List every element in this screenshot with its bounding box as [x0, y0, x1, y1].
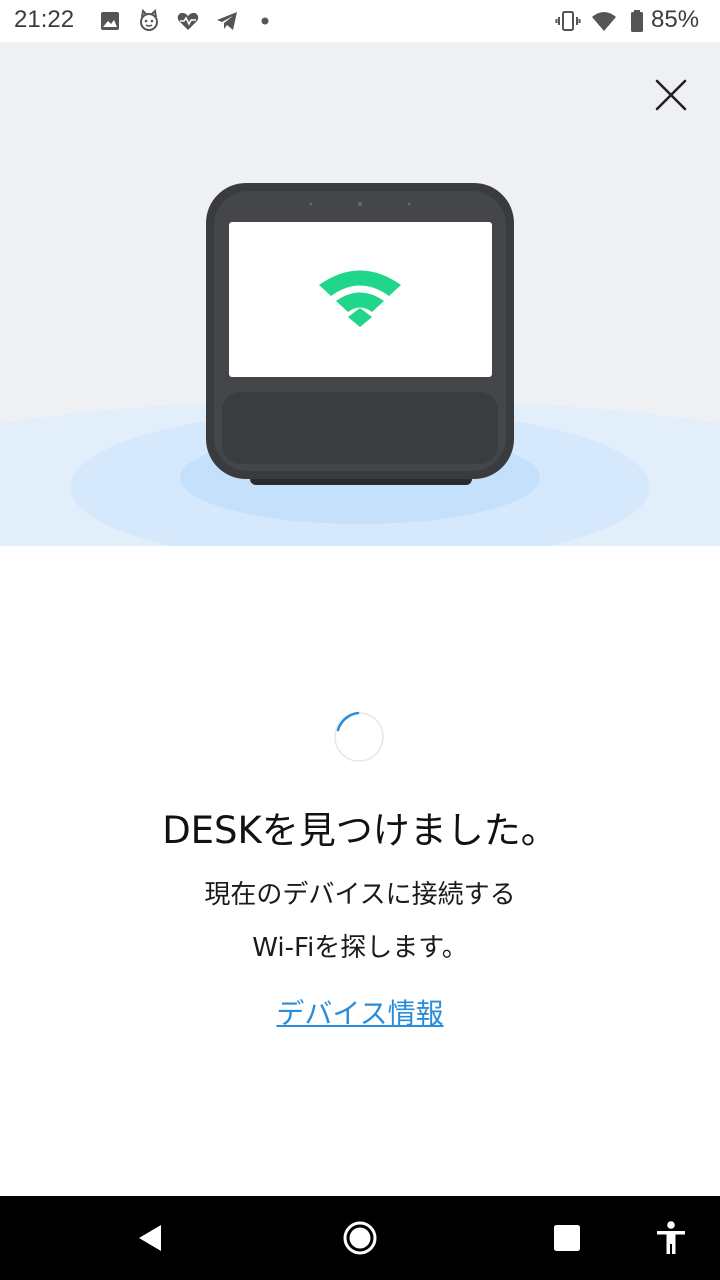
heart-pulse-icon	[177, 12, 199, 30]
vibrate-icon	[555, 11, 581, 31]
found-device-headline: DESKを見つけました。	[162, 809, 558, 852]
battery-percent: 85%	[651, 6, 700, 33]
status-time: 21:22	[14, 6, 75, 33]
hero-illustration	[0, 42, 720, 546]
device-info-link[interactable]: デバイス情報	[0, 992, 720, 1032]
loading-spinner	[334, 711, 384, 762]
cat-icon	[140, 8, 158, 31]
accessibility-icon[interactable]	[647, 1214, 695, 1262]
image-icon	[101, 12, 119, 30]
telegram-icon	[217, 12, 237, 30]
back-icon[interactable]	[126, 1214, 174, 1262]
device-illustration	[0, 183, 720, 546]
wifi-icon	[592, 12, 616, 31]
description-line-2: Wi-Fiを探します。	[252, 933, 468, 963]
navigation-bar	[0, 1196, 720, 1280]
description-line-1: 現在のデバイスに接続する	[204, 880, 516, 910]
home-icon[interactable]	[336, 1214, 384, 1262]
status-bar: 21:22 85%	[0, 0, 720, 42]
battery-icon	[631, 10, 643, 32]
recents-icon[interactable]	[543, 1214, 591, 1262]
close-button[interactable]	[646, 70, 696, 120]
dot-icon	[261, 17, 269, 25]
